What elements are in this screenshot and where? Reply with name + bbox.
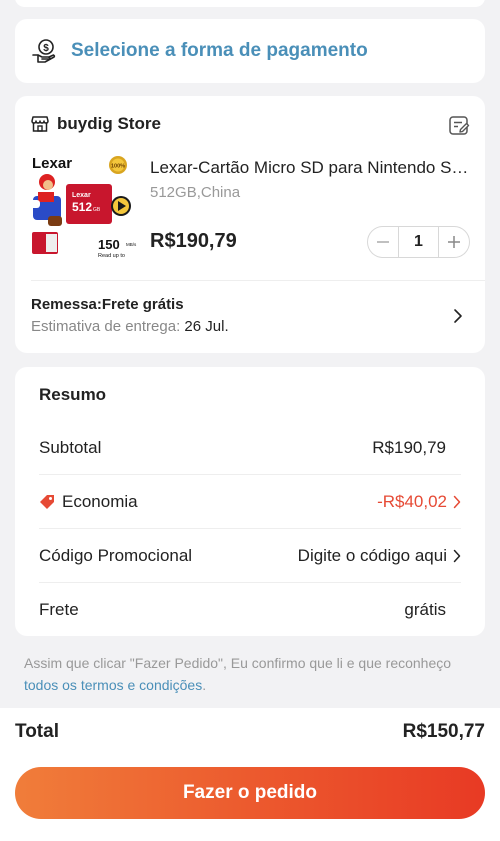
store-header[interactable]: buydig Store	[31, 114, 161, 134]
decrease-quantity-button[interactable]	[368, 227, 398, 257]
place-order-button[interactable]: Fazer o pedido	[15, 767, 485, 819]
shipping-title[interactable]: Remessa:Frete grátis	[31, 296, 184, 313]
subtotal-label: Subtotal	[39, 437, 102, 457]
savings-value: -R$40,02	[377, 491, 447, 511]
payment-method-label: Selecione a forma de pagamento	[71, 40, 368, 61]
terms-text: Assim que clicar "Fazer Pedido", Eu conf…	[24, 655, 452, 671]
storefront-icon	[31, 116, 49, 132]
promo-code-label: Código Promocional	[39, 545, 193, 565]
delivery-estimate-date: 26 Jul.	[184, 318, 229, 335]
product-image-badge: 100%	[111, 164, 125, 170]
order-summary-card: Resumo Subtotal R$190,79 Economia -R$40,…	[15, 367, 485, 636]
terms-end: .	[202, 677, 207, 693]
promo-code-input[interactable]: Digite o código aqui	[298, 546, 447, 566]
savings-row[interactable]: Economia -R$40,02	[39, 475, 461, 529]
promo-code-row[interactable]: Código Promocional Digite o código aqui	[39, 529, 461, 583]
svg-text:$: $	[43, 43, 49, 54]
divider	[31, 280, 485, 281]
hand-coin-icon: $	[32, 39, 56, 63]
product-image-capacity-unit: GB	[93, 207, 101, 213]
price-tag-icon	[40, 494, 54, 509]
terms-notice: Assim que clicar "Fazer Pedido", Eu conf…	[24, 652, 474, 696]
store-name: buydig Store	[57, 114, 161, 133]
product-title[interactable]: Lexar-Cartão Micro SD para Nintendo Swit…	[150, 158, 470, 178]
increase-quantity-button[interactable]	[439, 227, 469, 257]
product-image-card-brand: Lexar	[72, 192, 91, 199]
summary-title: Resumo	[39, 385, 107, 404]
chevron-right-icon[interactable]	[453, 308, 463, 324]
edit-note-icon[interactable]	[448, 115, 470, 137]
savings-label: Economia	[62, 491, 138, 511]
product-price: R$190,79	[150, 230, 237, 252]
product-image[interactable]: Lexar 100% Lexar 512 GB 150 MB/s Read up…	[30, 154, 142, 262]
subtotal-row: Subtotal R$190,79	[39, 421, 461, 475]
total-label: Total	[15, 721, 59, 742]
terms-link[interactable]: todos os termos e condições	[24, 677, 202, 693]
product-image-speed-caption: Read up to	[98, 253, 125, 259]
minus-icon	[377, 241, 389, 243]
shipping-cost-row: Frete grátis	[39, 583, 461, 637]
total-value: R$150,77	[402, 721, 485, 742]
quantity-value[interactable]: 1	[398, 227, 439, 257]
product-image-brand: Lexar	[32, 155, 72, 172]
subtotal-value: R$190,79	[372, 437, 446, 457]
product-image-capacity: 512	[72, 200, 92, 214]
product-image-speed-unit: MB/s	[126, 242, 137, 247]
checkout-bar: Total R$150,77 Fazer o pedido	[0, 708, 500, 841]
delivery-estimate: Estimativa de entrega: 26 Jul.	[31, 318, 229, 335]
payment-method-card[interactable]: $ Selecione a forma de pagamento	[15, 19, 485, 83]
previous-card-edge	[15, 0, 485, 7]
chevron-right-icon	[453, 549, 461, 562]
shipping-cost-value: grátis	[404, 600, 446, 619]
product-variant[interactable]: 512GB,China	[150, 184, 240, 201]
shipping-cost-label: Frete	[39, 600, 79, 619]
plus-icon	[448, 236, 460, 248]
quantity-stepper: 1	[367, 226, 470, 258]
chevron-right-icon	[453, 495, 461, 508]
store-order-card: buydig Store Lexar 100% Lexar 512 GB 150…	[15, 96, 485, 353]
product-image-speed: 150	[98, 237, 120, 252]
delivery-estimate-label: Estimativa de entrega:	[31, 318, 181, 335]
